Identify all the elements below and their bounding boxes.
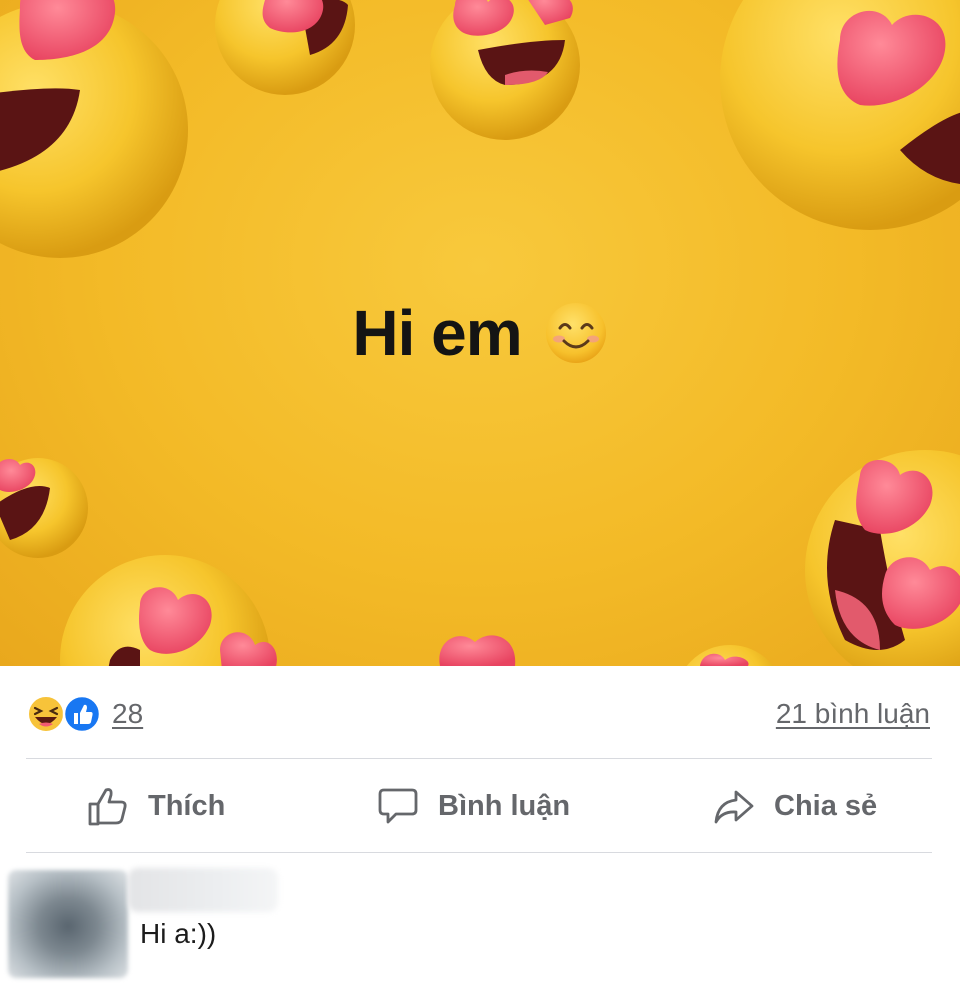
comment-label: Bình luận — [438, 789, 571, 822]
heart-eyes-emoji-icon — [0, 0, 188, 258]
comment-count-link[interactable]: 21 bình luận — [776, 698, 930, 730]
avatar[interactable] — [8, 870, 128, 978]
smiling-face-icon — [545, 303, 606, 363]
heart-eyes-emoji-icon — [430, 0, 580, 140]
share-label: Chia sẻ — [774, 789, 878, 822]
share-icon — [714, 790, 754, 824]
like-thumb-icon — [62, 694, 102, 734]
like-icon — [88, 788, 127, 826]
heart-eyes-emoji-icon — [0, 458, 88, 558]
divider — [26, 852, 932, 853]
comment-text: Hi a:)) — [140, 918, 217, 949]
heart-eyes-emoji-icon — [215, 0, 355, 95]
post-text: Hi em — [0, 296, 960, 370]
post-actions: Thích Bình luận Chia sẻ — [26, 760, 932, 852]
reaction-icons[interactable] — [26, 694, 104, 734]
like-button[interactable]: Thích — [86, 760, 225, 852]
post-image[interactable]: Hi em — [0, 0, 960, 666]
comment-icon — [378, 788, 418, 824]
reactions-bar: 28 21 bình luận — [26, 694, 930, 738]
heart-eyes-emoji-icon — [720, 0, 960, 230]
heart-eyes-emoji-icon — [60, 555, 277, 666]
share-button[interactable]: Chia sẻ — [712, 760, 877, 852]
heart-eyes-emoji-icon — [805, 450, 960, 666]
heart-icon — [439, 635, 516, 666]
commenter-name-blurred[interactable] — [128, 868, 278, 912]
like-label: Thích — [148, 789, 226, 822]
reaction-count-link[interactable]: 28 — [112, 698, 143, 730]
post-text-label: Hi em — [352, 297, 522, 369]
heart-eyes-emoji-icon — [686, 645, 774, 666]
laughing-emoji-icon — [27, 695, 65, 733]
divider — [26, 758, 932, 759]
comment-item: Hi a:)) — [0, 864, 960, 988]
comment-button[interactable]: Bình luận — [376, 760, 570, 852]
